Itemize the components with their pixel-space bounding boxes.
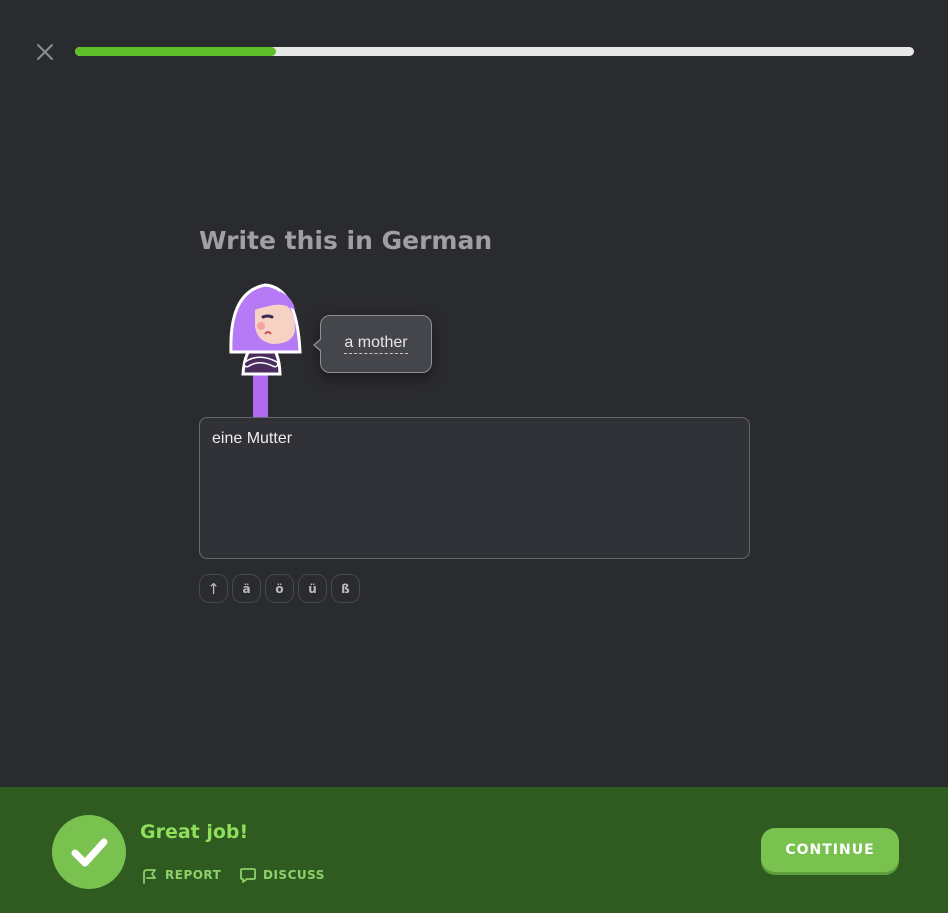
key-eszett[interactable]: ß (331, 574, 360, 603)
shift-key[interactable]: ↑ (199, 574, 228, 603)
success-badge (52, 815, 126, 889)
discuss-label: DISCUSS (263, 868, 325, 882)
close-icon (37, 44, 53, 60)
character-illustration (229, 283, 302, 418)
report-button[interactable]: REPORT (141, 866, 221, 884)
prompt-title: Write this in German (199, 226, 493, 255)
speech-bubble: a mother (313, 315, 432, 373)
answer-textarea[interactable]: eine Mutter (199, 417, 750, 559)
chat-bubble-icon (240, 868, 256, 883)
lesson-progress-bar (75, 47, 914, 56)
progress-fill (75, 47, 277, 56)
key-u-umlaut[interactable]: ü (298, 574, 327, 603)
bubble-tail-inner (315, 339, 322, 351)
flag-icon (143, 869, 156, 884)
result-footer: Great job! REPORT DISCUSS CONTINUE (0, 787, 948, 913)
checkmark-icon (71, 838, 108, 867)
lesson-page: Write this in German a mother eine Mutte… (0, 0, 948, 913)
key-a-umlaut[interactable]: ä (232, 574, 261, 603)
prompt-phrase[interactable]: a mother (344, 334, 408, 354)
discuss-button[interactable]: DISCUSS (239, 866, 325, 884)
report-label: REPORT (165, 868, 222, 882)
result-message: Great job! (140, 821, 249, 843)
key-o-umlaut[interactable]: ö (265, 574, 294, 603)
close-button[interactable] (34, 41, 56, 63)
continue-button[interactable]: CONTINUE (761, 828, 899, 872)
special-character-keys: ↑ ä ö ü ß (199, 574, 360, 603)
